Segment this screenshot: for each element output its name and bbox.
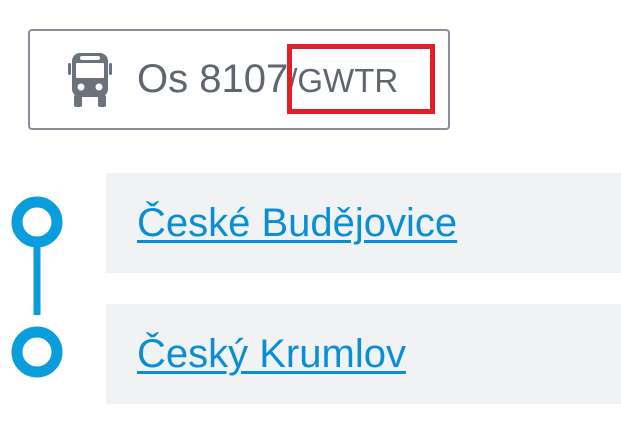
route-stop-marker — [11, 326, 63, 378]
train-number: Os 8107 — [137, 57, 289, 101]
bus-icon — [68, 53, 112, 107]
train-detail-page: Os 8107/GWTR České Budějovice Český Krum… — [0, 0, 621, 448]
route-timeline — [11, 196, 63, 378]
route-stop-marker — [11, 196, 63, 248]
carrier-highlight-box — [287, 44, 435, 114]
stop-row: Český Krumlov — [106, 304, 621, 404]
stop-row: České Budějovice — [106, 173, 621, 273]
stop-link-cesky-krumlov[interactable]: Český Krumlov — [137, 329, 406, 379]
stop-link-ceske-budejovice[interactable]: České Budějovice — [137, 198, 457, 248]
